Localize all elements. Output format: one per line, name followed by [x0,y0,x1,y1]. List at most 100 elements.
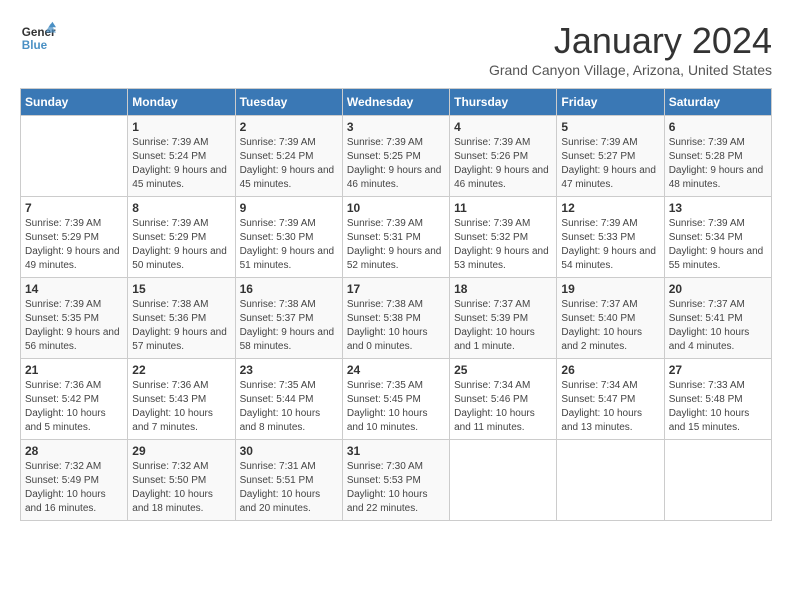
day-info: Sunrise: 7:36 AMSunset: 5:43 PMDaylight:… [132,379,230,435]
calendar-week-row: 14 Sunrise: 7:39 AMSunset: 5:35 PMDayligh… [21,278,772,359]
day-info: Sunrise: 7:39 AMSunset: 5:33 PMDaylight:… [561,217,659,273]
title-block: January 2024 Grand Canyon Village, Arizo… [489,20,772,78]
calendar-cell: 2Sunrise: 7:39 AMSunset: 5:24 PMDaylight… [235,116,342,197]
day-number: 7 [25,201,123,215]
day-number: 27 [669,363,767,377]
logo: General Blue [20,20,56,56]
calendar-week-row: 21 Sunrise: 7:36 AMSunset: 5:42 PMDayligh… [21,359,772,440]
calendar-cell: 22 Sunrise: 7:36 AMSunset: 5:43 PMDayligh… [128,359,235,440]
day-number: 4 [454,120,552,134]
day-info: Sunrise: 7:39 AMSunset: 5:26 PMDaylight:… [454,136,552,192]
day-number: 13 [669,201,767,215]
day-number: 6 [669,120,767,134]
day-number: 23 [240,363,338,377]
header-friday: Friday [557,89,664,116]
header-wednesday: Wednesday [342,89,449,116]
day-number: 5 [561,120,659,134]
calendar-cell: 18Sunrise: 7:37 AMSunset: 5:39 PMDayligh… [450,278,557,359]
day-number: 22 [132,363,230,377]
day-info: Sunrise: 7:39 AMSunset: 5:29 PMDaylight:… [132,217,230,273]
day-number: 20 [669,282,767,296]
logo-icon: General Blue [20,20,56,56]
calendar-cell: 12 Sunrise: 7:39 AMSunset: 5:33 PMDayligh… [557,197,664,278]
day-info: Sunrise: 7:34 AMSunset: 5:46 PMDaylight:… [454,379,552,435]
day-info: Sunrise: 7:31 AMSunset: 5:51 PMDaylight:… [240,460,338,516]
day-number: 21 [25,363,123,377]
calendar-cell: 15 Sunrise: 7:38 AMSunset: 5:36 PMDayligh… [128,278,235,359]
calendar-cell: 19Sunrise: 7:37 AMSunset: 5:40 PMDayligh… [557,278,664,359]
day-info: Sunrise: 7:39 AMSunset: 5:31 PMDaylight:… [347,217,445,273]
day-info: Sunrise: 7:39 AMSunset: 5:32 PMDaylight:… [454,217,552,273]
calendar-week-row: 28 Sunrise: 7:32 AMSunset: 5:49 PMDayligh… [21,440,772,521]
day-info: Sunrise: 7:34 AMSunset: 5:47 PMDaylight:… [561,379,659,435]
calendar-cell: 1Sunrise: 7:39 AMSunset: 5:24 PMDaylight… [128,116,235,197]
calendar-cell: 7 Sunrise: 7:39 AMSunset: 5:29 PMDaylight… [21,197,128,278]
day-number: 11 [454,201,552,215]
calendar-week-row: 1Sunrise: 7:39 AMSunset: 5:24 PMDaylight… [21,116,772,197]
calendar-cell: 29Sunrise: 7:32 AMSunset: 5:50 PMDayligh… [128,440,235,521]
calendar-cell: 24Sunrise: 7:35 AMSunset: 5:45 PMDayligh… [342,359,449,440]
day-info: Sunrise: 7:39 AMSunset: 5:29 PMDaylight:… [25,217,123,273]
day-number: 9 [240,201,338,215]
day-number: 26 [561,363,659,377]
day-info: Sunrise: 7:39 AMSunset: 5:35 PMDaylight:… [25,298,123,354]
header-tuesday: Tuesday [235,89,342,116]
day-info: Sunrise: 7:37 AMSunset: 5:41 PMDaylight:… [669,298,767,354]
calendar-title: January 2024 [489,20,772,62]
calendar-cell: 8 Sunrise: 7:39 AMSunset: 5:29 PMDaylight… [128,197,235,278]
day-info: Sunrise: 7:36 AMSunset: 5:42 PMDaylight:… [25,379,123,435]
day-number: 2 [240,120,338,134]
day-info: Sunrise: 7:37 AMSunset: 5:39 PMDaylight:… [454,298,552,354]
calendar-cell: 21 Sunrise: 7:36 AMSunset: 5:42 PMDayligh… [21,359,128,440]
calendar-week-row: 7 Sunrise: 7:39 AMSunset: 5:29 PMDaylight… [21,197,772,278]
day-info: Sunrise: 7:37 AMSunset: 5:40 PMDaylight:… [561,298,659,354]
day-number: 12 [561,201,659,215]
day-number: 8 [132,201,230,215]
day-info: Sunrise: 7:39 AMSunset: 5:27 PMDaylight:… [561,136,659,192]
calendar-cell: 3Sunrise: 7:39 AMSunset: 5:25 PMDaylight… [342,116,449,197]
day-info: Sunrise: 7:39 AMSunset: 5:28 PMDaylight:… [669,136,767,192]
calendar-cell: 13 Sunrise: 7:39 AMSunset: 5:34 PMDayligh… [664,197,771,278]
day-info: Sunrise: 7:30 AMSunset: 5:53 PMDaylight:… [347,460,445,516]
day-info: Sunrise: 7:35 AMSunset: 5:45 PMDaylight:… [347,379,445,435]
day-number: 15 [132,282,230,296]
calendar-cell [21,116,128,197]
calendar-cell: 26 Sunrise: 7:34 AMSunset: 5:47 PMDayligh… [557,359,664,440]
calendar-subtitle: Grand Canyon Village, Arizona, United St… [489,62,772,78]
day-info: Sunrise: 7:38 AMSunset: 5:37 PMDaylight:… [240,298,338,354]
calendar-cell [557,440,664,521]
calendar-cell: 30 Sunrise: 7:31 AMSunset: 5:51 PMDayligh… [235,440,342,521]
calendar-cell: 4 Sunrise: 7:39 AMSunset: 5:26 PMDaylight… [450,116,557,197]
calendar-cell: 31Sunrise: 7:30 AMSunset: 5:53 PMDayligh… [342,440,449,521]
page-header: General Blue January 2024 Grand Canyon V… [20,20,772,78]
day-number: 25 [454,363,552,377]
calendar-cell [450,440,557,521]
calendar-cell: 11 Sunrise: 7:39 AMSunset: 5:32 PMDayligh… [450,197,557,278]
day-number: 3 [347,120,445,134]
calendar-cell: 16Sunrise: 7:38 AMSunset: 5:37 PMDayligh… [235,278,342,359]
calendar-cell: 25 Sunrise: 7:34 AMSunset: 5:46 PMDayligh… [450,359,557,440]
day-info: Sunrise: 7:38 AMSunset: 5:36 PMDaylight:… [132,298,230,354]
header-saturday: Saturday [664,89,771,116]
svg-text:Blue: Blue [22,39,48,52]
day-number: 28 [25,444,123,458]
calendar-cell: 6 Sunrise: 7:39 AMSunset: 5:28 PMDaylight… [664,116,771,197]
day-info: Sunrise: 7:35 AMSunset: 5:44 PMDaylight:… [240,379,338,435]
calendar-table: Sunday Monday Tuesday Wednesday Thursday… [20,88,772,521]
day-info: Sunrise: 7:39 AMSunset: 5:24 PMDaylight:… [132,136,230,192]
day-info: Sunrise: 7:39 AMSunset: 5:34 PMDaylight:… [669,217,767,273]
calendar-cell: 9 Sunrise: 7:39 AMSunset: 5:30 PMDaylight… [235,197,342,278]
day-number: 30 [240,444,338,458]
calendar-cell: 28 Sunrise: 7:32 AMSunset: 5:49 PMDayligh… [21,440,128,521]
header-sunday: Sunday [21,89,128,116]
calendar-cell: 5 Sunrise: 7:39 AMSunset: 5:27 PMDaylight… [557,116,664,197]
day-number: 14 [25,282,123,296]
day-info: Sunrise: 7:32 AMSunset: 5:49 PMDaylight:… [25,460,123,516]
calendar-cell: 17Sunrise: 7:38 AMSunset: 5:38 PMDayligh… [342,278,449,359]
day-number: 29 [132,444,230,458]
calendar-cell: 23 Sunrise: 7:35 AMSunset: 5:44 PMDayligh… [235,359,342,440]
weekday-header-row: Sunday Monday Tuesday Wednesday Thursday… [21,89,772,116]
header-monday: Monday [128,89,235,116]
day-info: Sunrise: 7:39 AMSunset: 5:30 PMDaylight:… [240,217,338,273]
calendar-cell: 14 Sunrise: 7:39 AMSunset: 5:35 PMDayligh… [21,278,128,359]
